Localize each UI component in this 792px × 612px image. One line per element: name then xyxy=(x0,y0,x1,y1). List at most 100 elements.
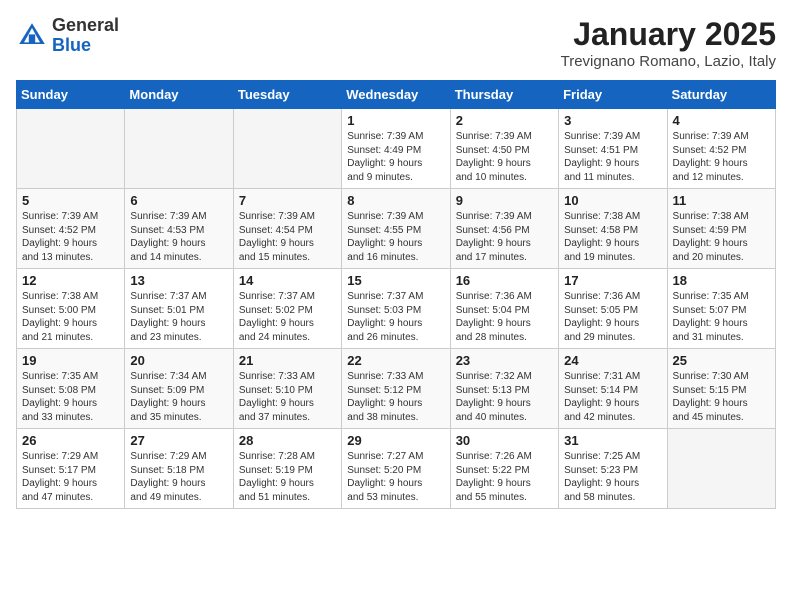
calendar-day-cell: 10 Sunrise: 7:38 AM Sunset: 4:58 PM Dayli… xyxy=(559,189,667,269)
day-info: Sunrise: 7:39 AM Sunset: 4:52 PM Dayligh… xyxy=(673,130,770,184)
calendar-day-cell: 23 Sunrise: 7:32 AM Sunset: 5:13 PM Dayli… xyxy=(450,349,558,429)
calendar-week-row: 26Sunrise: 7:29 AM Sunset: 5:17 PM Dayli… xyxy=(17,429,776,509)
day-number: 21 xyxy=(239,353,336,368)
day-info: Sunrise: 7:39 AM Sunset: 4:56 PM Dayligh… xyxy=(456,210,553,264)
calendar-week-row: 5 Sunrise: 7:39 AM Sunset: 4:52 PM Daylig… xyxy=(17,189,776,269)
calendar-day-cell: 13 Sunrise: 7:37 AM Sunset: 5:01 PM Dayli… xyxy=(125,269,233,349)
page-subtitle: Trevignano Romano, Lazio, Italy xyxy=(561,53,776,70)
day-of-week-header: Friday xyxy=(559,81,667,109)
day-info: Sunrise: 7:28 AM Sunset: 5:19 PM Dayligh… xyxy=(239,450,336,504)
day-number: 22 xyxy=(347,353,444,368)
calendar-day-cell: 5 Sunrise: 7:39 AM Sunset: 4:52 PM Daylig… xyxy=(17,189,125,269)
day-number: 2 xyxy=(456,113,553,128)
day-number: 12 xyxy=(22,273,119,288)
calendar-day-cell: 16 Sunrise: 7:36 AM Sunset: 5:04 PM Dayli… xyxy=(450,269,558,349)
calendar-day-cell: 31Sunrise: 7:25 AM Sunset: 5:23 PM Dayli… xyxy=(559,429,667,509)
day-info: Sunrise: 7:39 AM Sunset: 4:55 PM Dayligh… xyxy=(347,210,444,264)
day-info: Sunrise: 7:39 AM Sunset: 4:49 PM Dayligh… xyxy=(347,130,444,184)
day-number: 23 xyxy=(456,353,553,368)
day-info: Sunrise: 7:33 AM Sunset: 5:12 PM Dayligh… xyxy=(347,370,444,424)
day-info: Sunrise: 7:33 AM Sunset: 5:10 PM Dayligh… xyxy=(239,370,336,424)
day-info: Sunrise: 7:29 AM Sunset: 5:18 PM Dayligh… xyxy=(130,450,227,504)
calendar-day-cell: 1 Sunrise: 7:39 AM Sunset: 4:49 PM Daylig… xyxy=(342,109,450,189)
day-number: 28 xyxy=(239,433,336,448)
calendar-day-cell xyxy=(667,429,775,509)
day-info: Sunrise: 7:39 AM Sunset: 4:51 PM Dayligh… xyxy=(564,130,661,184)
day-number: 13 xyxy=(130,273,227,288)
day-number: 24 xyxy=(564,353,661,368)
day-number: 5 xyxy=(22,193,119,208)
day-info: Sunrise: 7:37 AM Sunset: 5:03 PM Dayligh… xyxy=(347,290,444,344)
calendar-day-cell: 4 Sunrise: 7:39 AM Sunset: 4:52 PM Daylig… xyxy=(667,109,775,189)
day-number: 11 xyxy=(673,193,770,208)
day-info: Sunrise: 7:36 AM Sunset: 5:05 PM Dayligh… xyxy=(564,290,661,344)
calendar-day-cell: 21 Sunrise: 7:33 AM Sunset: 5:10 PM Dayli… xyxy=(233,349,341,429)
calendar-day-cell: 28 Sunrise: 7:28 AM Sunset: 5:19 PM Dayli… xyxy=(233,429,341,509)
calendar-day-cell: 18Sunrise: 7:35 AM Sunset: 5:07 PM Dayli… xyxy=(667,269,775,349)
day-number: 15 xyxy=(347,273,444,288)
calendar-day-cell: 2 Sunrise: 7:39 AM Sunset: 4:50 PM Daylig… xyxy=(450,109,558,189)
day-number: 17 xyxy=(564,273,661,288)
calendar-day-cell: 7 Sunrise: 7:39 AM Sunset: 4:54 PM Daylig… xyxy=(233,189,341,269)
day-info: Sunrise: 7:39 AM Sunset: 4:54 PM Dayligh… xyxy=(239,210,336,264)
day-number: 7 xyxy=(239,193,336,208)
day-info: Sunrise: 7:34 AM Sunset: 5:09 PM Dayligh… xyxy=(130,370,227,424)
day-info: Sunrise: 7:38 AM Sunset: 4:59 PM Dayligh… xyxy=(673,210,770,264)
day-number: 3 xyxy=(564,113,661,128)
day-info: Sunrise: 7:29 AM Sunset: 5:17 PM Dayligh… xyxy=(22,450,119,504)
calendar-day-cell xyxy=(17,109,125,189)
day-number: 8 xyxy=(347,193,444,208)
calendar-day-cell xyxy=(125,109,233,189)
logo: General Blue xyxy=(16,16,119,56)
day-number: 20 xyxy=(130,353,227,368)
calendar-day-cell: 25Sunrise: 7:30 AM Sunset: 5:15 PM Dayli… xyxy=(667,349,775,429)
day-info: Sunrise: 7:31 AM Sunset: 5:14 PM Dayligh… xyxy=(564,370,661,424)
day-number: 19 xyxy=(22,353,119,368)
day-number: 6 xyxy=(130,193,227,208)
day-info: Sunrise: 7:37 AM Sunset: 5:02 PM Dayligh… xyxy=(239,290,336,344)
calendar-day-cell: 19 Sunrise: 7:35 AM Sunset: 5:08 PM Dayli… xyxy=(17,349,125,429)
calendar-day-cell: 24 Sunrise: 7:31 AM Sunset: 5:14 PM Dayli… xyxy=(559,349,667,429)
day-of-week-header: Wednesday xyxy=(342,81,450,109)
day-info: Sunrise: 7:27 AM Sunset: 5:20 PM Dayligh… xyxy=(347,450,444,504)
day-info: Sunrise: 7:35 AM Sunset: 5:08 PM Dayligh… xyxy=(22,370,119,424)
day-number: 27 xyxy=(130,433,227,448)
day-info: Sunrise: 7:39 AM Sunset: 4:50 PM Dayligh… xyxy=(456,130,553,184)
calendar-day-cell: 26Sunrise: 7:29 AM Sunset: 5:17 PM Dayli… xyxy=(17,429,125,509)
day-info: Sunrise: 7:38 AM Sunset: 4:58 PM Dayligh… xyxy=(564,210,661,264)
day-number: 29 xyxy=(347,433,444,448)
calendar-day-cell: 30Sunrise: 7:26 AM Sunset: 5:22 PM Dayli… xyxy=(450,429,558,509)
calendar-day-cell: 29 Sunrise: 7:27 AM Sunset: 5:20 PM Dayli… xyxy=(342,429,450,509)
day-number: 1 xyxy=(347,113,444,128)
day-number: 25 xyxy=(673,353,770,368)
day-info: Sunrise: 7:36 AM Sunset: 5:04 PM Dayligh… xyxy=(456,290,553,344)
calendar-day-cell: 3 Sunrise: 7:39 AM Sunset: 4:51 PM Daylig… xyxy=(559,109,667,189)
day-number: 9 xyxy=(456,193,553,208)
calendar-day-cell: 12Sunrise: 7:38 AM Sunset: 5:00 PM Dayli… xyxy=(17,269,125,349)
day-info: Sunrise: 7:39 AM Sunset: 4:53 PM Dayligh… xyxy=(130,210,227,264)
calendar-week-row: 19 Sunrise: 7:35 AM Sunset: 5:08 PM Dayli… xyxy=(17,349,776,429)
day-info: Sunrise: 7:32 AM Sunset: 5:13 PM Dayligh… xyxy=(456,370,553,424)
calendar-week-row: 12Sunrise: 7:38 AM Sunset: 5:00 PM Dayli… xyxy=(17,269,776,349)
calendar-day-cell: 14Sunrise: 7:37 AM Sunset: 5:02 PM Dayli… xyxy=(233,269,341,349)
day-number: 4 xyxy=(673,113,770,128)
day-of-week-header: Sunday xyxy=(17,81,125,109)
page-title: January 2025 xyxy=(561,16,776,53)
day-of-week-header: Tuesday xyxy=(233,81,341,109)
calendar-day-cell: 20 Sunrise: 7:34 AM Sunset: 5:09 PM Dayli… xyxy=(125,349,233,429)
logo-icon xyxy=(16,20,48,52)
calendar-table: SundayMondayTuesdayWednesdayThursdayFrid… xyxy=(16,80,776,509)
calendar-day-cell: 27 Sunrise: 7:29 AM Sunset: 5:18 PM Dayli… xyxy=(125,429,233,509)
day-number: 10 xyxy=(564,193,661,208)
calendar-day-cell xyxy=(233,109,341,189)
day-info: Sunrise: 7:37 AM Sunset: 5:01 PM Dayligh… xyxy=(130,290,227,344)
day-number: 16 xyxy=(456,273,553,288)
logo-text: General Blue xyxy=(52,16,119,56)
day-of-week-header: Thursday xyxy=(450,81,558,109)
calendar-day-cell: 22 Sunrise: 7:33 AM Sunset: 5:12 PM Dayli… xyxy=(342,349,450,429)
day-of-week-header: Saturday xyxy=(667,81,775,109)
calendar-day-cell: 11 Sunrise: 7:38 AM Sunset: 4:59 PM Dayli… xyxy=(667,189,775,269)
day-info: Sunrise: 7:39 AM Sunset: 4:52 PM Dayligh… xyxy=(22,210,119,264)
day-info: Sunrise: 7:35 AM Sunset: 5:07 PM Dayligh… xyxy=(673,290,770,344)
page-header: General Blue January 2025 Trevignano Rom… xyxy=(16,16,776,70)
